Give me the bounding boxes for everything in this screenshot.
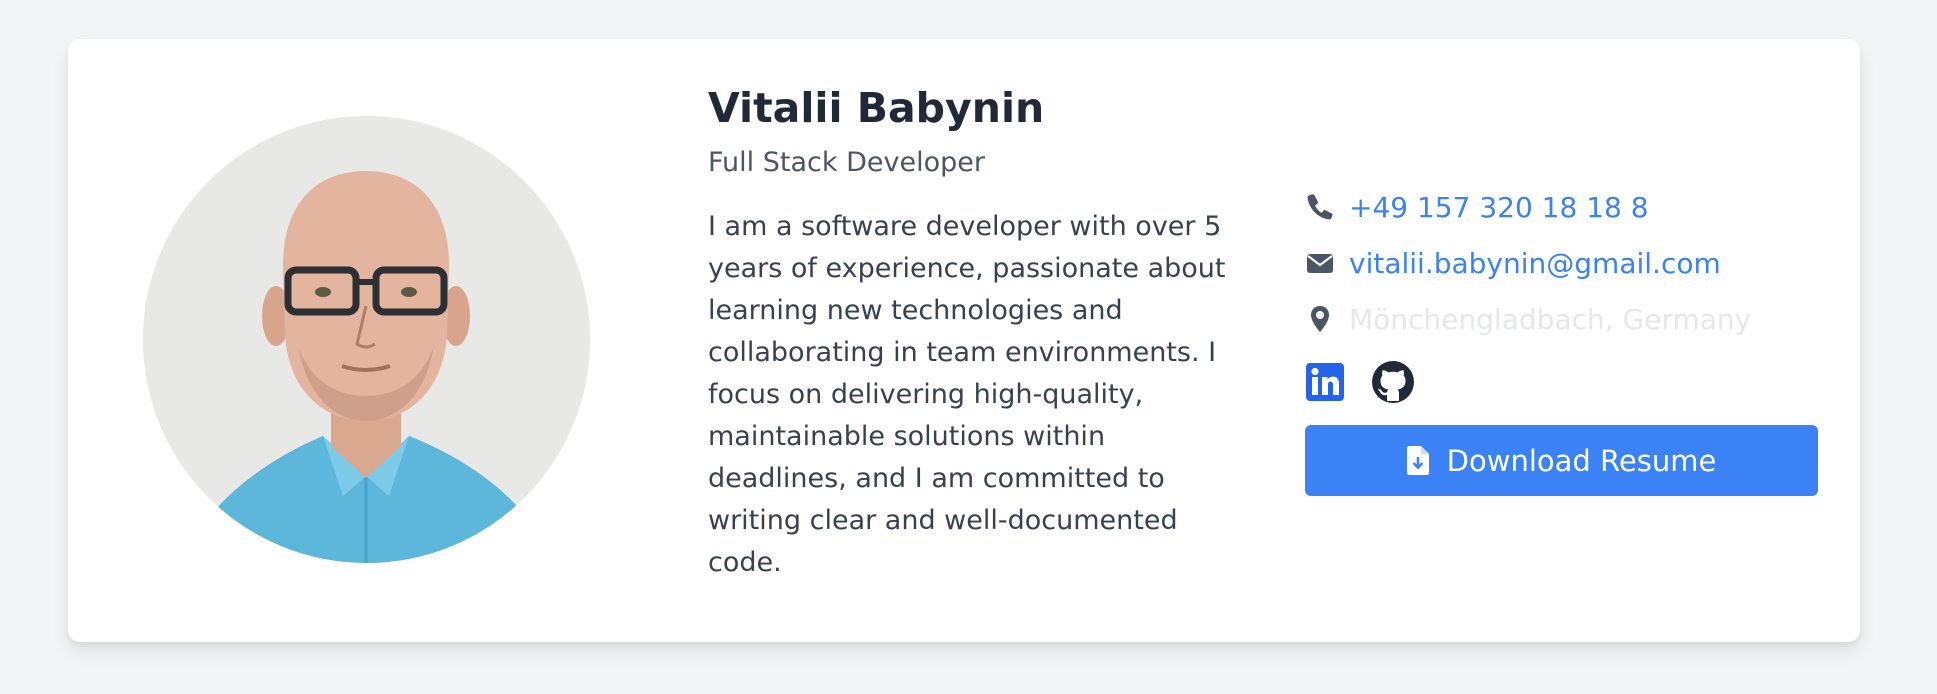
- file-download-icon: [1406, 446, 1429, 475]
- contact-phone-row: +49 157 320 18 18 8: [1305, 179, 1818, 235]
- contact-email-row: vitalii.babynin@gmail.com: [1305, 235, 1818, 291]
- envelope-icon: [1305, 248, 1335, 278]
- profile-info: Vitalii Babynin Full Stack Developer I a…: [708, 81, 1298, 584]
- github-icon: [1371, 360, 1415, 404]
- profile-title: Full Stack Developer: [708, 147, 985, 178]
- phone-link[interactable]: +49 157 320 18 18 8: [1349, 191, 1649, 224]
- download-resume-label: Download Resume: [1446, 443, 1717, 478]
- location-text: Mönchengladbach, Germany: [1349, 302, 1752, 336]
- linkedin-link[interactable]: [1305, 362, 1345, 402]
- social-links: [1305, 357, 1818, 407]
- profile-photo: [143, 116, 590, 563]
- download-resume-button[interactable]: Download Resume: [1305, 425, 1818, 496]
- profile-name: Vitalii Babynin: [708, 84, 1045, 132]
- contact-panel: +49 157 320 18 18 8 vitalii.babynin@gmai…: [1305, 179, 1818, 496]
- map-pin-icon: [1305, 304, 1335, 334]
- contact-location-row: Mönchengladbach, Germany: [1305, 291, 1818, 347]
- linkedin-icon: [1305, 362, 1345, 402]
- profile-card: Vitalii Babynin Full Stack Developer I a…: [68, 39, 1860, 642]
- profile-bio: I am a software developer with over 5 ye…: [708, 211, 1226, 578]
- email-link[interactable]: vitalii.babynin@gmail.com: [1349, 247, 1721, 280]
- github-link[interactable]: [1371, 360, 1415, 404]
- phone-icon: [1305, 192, 1335, 222]
